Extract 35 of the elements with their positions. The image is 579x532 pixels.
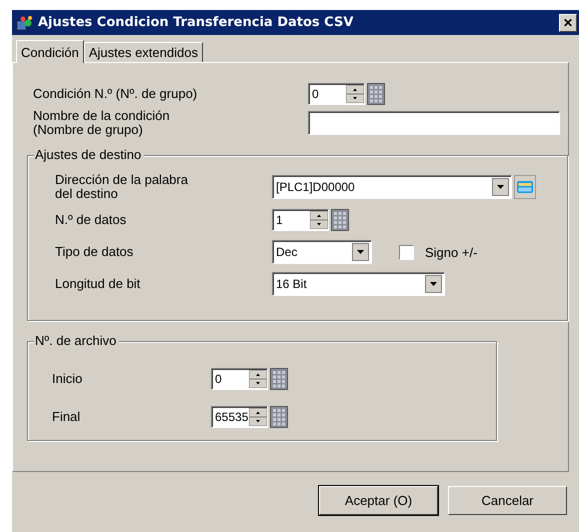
field-label: Final [52, 410, 82, 424]
keypad-icon[interactable] [270, 406, 288, 428]
group-title: Ajustes de destino [34, 147, 144, 162]
spinner-field[interactable]: 0 [308, 83, 365, 105]
window-title: Ajustes Condicion Transferencia Datos CSV [38, 15, 354, 30]
keypad-icon[interactable] [331, 209, 349, 231]
spin-arrows-icon[interactable] [346, 85, 364, 103]
spin-arrows-icon[interactable] [310, 211, 328, 229]
field-label: N.º de datos [55, 213, 128, 227]
keypad-icon[interactable] [270, 368, 288, 390]
tab[interactable]: Condición [16, 40, 84, 63]
group-title: Nº. de archivo [34, 333, 120, 348]
field-label: Condición N.º (Nº. de grupo) [33, 87, 198, 101]
dropdown[interactable]: 16 Bit [272, 272, 445, 296]
field-label: Inicio [52, 372, 84, 386]
dropdown[interactable]: Dec [272, 240, 372, 264]
spinner-field[interactable]: 0 [211, 368, 268, 390]
spinner-field[interactable]: 65535 [211, 406, 268, 428]
tab[interactable]: Ajustes extendidos [84, 42, 203, 62]
keypad-icon[interactable] [367, 83, 385, 105]
spin-arrows-icon[interactable] [249, 370, 267, 388]
dialog-button[interactable]: Cancelar [448, 486, 567, 515]
name-input[interactable] [308, 111, 560, 135]
field-label: Tipo de datos [55, 245, 134, 259]
field-label: Nombre de la condición (Nombre de grupo) [33, 109, 171, 137]
close-button[interactable]: ✕ [559, 14, 577, 32]
dropdown[interactable]: [PLC1]D00000 [272, 175, 512, 199]
checkbox-label: Signo +/- [425, 244, 478, 260]
spin-arrows-icon[interactable] [249, 408, 267, 426]
field-label: Dirección de la palabra del destino [55, 173, 189, 201]
spinner-field[interactable]: 1 [272, 209, 329, 231]
field-label: Longitud de bit [55, 277, 142, 291]
checkbox[interactable] [399, 244, 414, 260]
app-icon [16, 14, 34, 30]
dialog-button[interactable]: Aceptar (O) [319, 486, 438, 515]
